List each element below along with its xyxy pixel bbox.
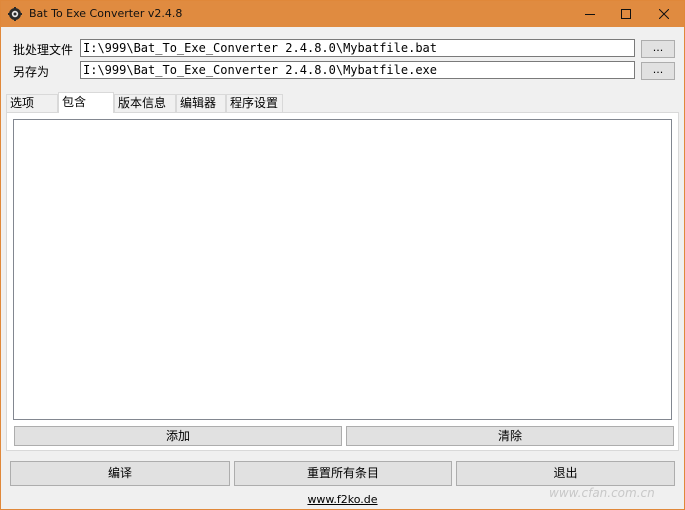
maximize-icon bbox=[620, 9, 631, 19]
close-button[interactable] bbox=[641, 1, 685, 27]
tab-editor[interactable]: 编辑器 bbox=[176, 94, 226, 112]
compile-button[interactable]: 编译 bbox=[10, 461, 230, 486]
tab-include[interactable]: 包含 bbox=[58, 92, 114, 113]
save-as-input[interactable]: I:\999\Bat_To_Exe_Converter 2.4.8.0\Myba… bbox=[80, 61, 635, 79]
clear-button[interactable]: 清除 bbox=[346, 426, 674, 446]
save-browse-button[interactable]: ... bbox=[641, 62, 675, 80]
include-tab-panel: 添加 清除 bbox=[6, 112, 679, 451]
title-bar[interactable]: Bat To Exe Converter v2.4.8 bbox=[1, 1, 684, 27]
tab-program-settings[interactable]: 程序设置 bbox=[226, 94, 283, 112]
close-icon bbox=[658, 9, 669, 19]
minimize-icon bbox=[584, 14, 595, 15]
window-title: Bat To Exe Converter v2.4.8 bbox=[29, 7, 183, 20]
save-as-label: 另存为 bbox=[13, 65, 50, 79]
exit-button[interactable]: 退出 bbox=[456, 461, 675, 486]
tab-version-info[interactable]: 版本信息 bbox=[114, 94, 176, 112]
tab-options[interactable]: 选项 bbox=[6, 94, 58, 112]
add-button[interactable]: 添加 bbox=[14, 426, 342, 446]
batch-browse-button[interactable]: ... bbox=[641, 40, 675, 58]
app-window: Bat To Exe Converter v2.4.8 批处理文件 I:\999… bbox=[0, 0, 685, 510]
batch-file-label: 批处理文件 bbox=[13, 43, 74, 57]
include-file-list[interactable] bbox=[13, 119, 672, 420]
reset-all-button[interactable]: 重置所有条目 bbox=[234, 461, 452, 486]
watermark: www.cfan.com.cn bbox=[549, 486, 655, 500]
gear-icon bbox=[8, 7, 22, 21]
batch-file-input[interactable]: I:\999\Bat_To_Exe_Converter 2.4.8.0\Myba… bbox=[80, 39, 635, 57]
